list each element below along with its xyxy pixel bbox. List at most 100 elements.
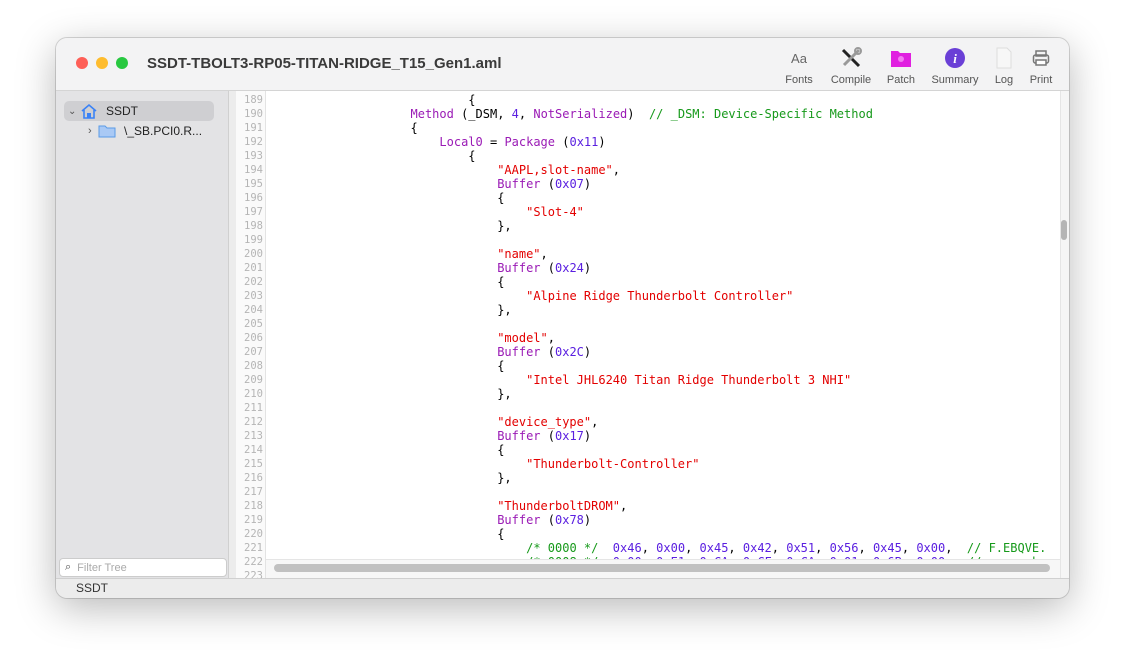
home-icon — [81, 103, 97, 119]
code-line: { — [266, 149, 475, 163]
folder-icon — [98, 125, 116, 138]
line-number: 209 — [244, 374, 263, 386]
log-icon — [990, 46, 1018, 70]
code-token: , — [771, 541, 787, 555]
code-token: }, — [266, 471, 512, 485]
code-token: "AAPL,slot-name" — [497, 163, 613, 177]
code-line: Buffer (0x78) — [266, 513, 591, 527]
line-number: 193 — [244, 150, 263, 162]
print-button[interactable]: Print — [1026, 46, 1056, 86]
code-token: 0x56 — [829, 541, 859, 555]
code-token: ( — [540, 345, 555, 359]
summary-button[interactable]: i Summary — [928, 46, 982, 86]
code-token: 0x45 — [699, 541, 729, 555]
print-icon — [1026, 46, 1056, 70]
code-token: "model" — [497, 331, 548, 345]
code-token: { — [266, 527, 505, 541]
line-number: 219 — [244, 514, 263, 526]
code-token: ( — [540, 177, 555, 191]
code-token: ) — [583, 429, 592, 443]
code-token: , — [858, 541, 873, 555]
code-token: 0x00 — [916, 541, 946, 555]
tree-item-ssdt[interactable]: ⌄ SSDT — [64, 101, 214, 121]
code-token: "Intel JHL6240 Titan Ridge Thunderbolt 3… — [526, 373, 852, 387]
code-token: 0x24 — [555, 261, 584, 275]
code-token: ( — [555, 135, 570, 149]
code-token: ) — [583, 261, 592, 275]
code-token: 0x42 — [742, 541, 772, 555]
code-line: }, — [266, 219, 512, 233]
tree-item-label: SSDT — [106, 104, 139, 118]
code-token: , — [612, 163, 621, 177]
code-token: 0x07 — [555, 177, 584, 191]
app-window: SSDT-TBOLT3-RP05-TITAN-RIDGE_T15_Gen1.am… — [56, 38, 1069, 598]
code-token: { — [266, 275, 505, 289]
code-token: }, — [266, 303, 512, 317]
code-token: // _DSM: Device-Specific Method — [648, 107, 873, 121]
fonts-button[interactable]: Aa Fonts — [782, 46, 816, 87]
line-number: 222 — [244, 556, 263, 568]
summary-icon: i — [928, 46, 982, 70]
vertical-scrollbar[interactable] — [1061, 220, 1067, 240]
filter-tree-input[interactable]: ⌕ Filter Tree — [59, 558, 227, 577]
line-number: 208 — [244, 360, 263, 372]
compile-button[interactable]: Compile — [826, 46, 876, 86]
chevron-down-icon[interactable]: ⌄ — [68, 106, 80, 117]
code-token: 0x45 — [872, 541, 902, 555]
code-token: { — [266, 121, 418, 135]
line-number: 207 — [244, 346, 263, 358]
split-view-divider[interactable] — [229, 91, 236, 578]
code-line: Method (_DSM, 4, NotSerialized) // _DSM:… — [266, 107, 873, 121]
code-token: 0x11 — [569, 135, 599, 149]
code-token: // F.EBQVE. — [966, 541, 1047, 555]
code-line: { — [266, 527, 504, 541]
code-token: ( — [540, 429, 555, 443]
log-button[interactable]: Log — [990, 46, 1018, 86]
code-token: = — [482, 135, 505, 149]
code-token: NotSerialized — [533, 107, 628, 121]
code-token: 0x51 — [786, 541, 816, 555]
code-token: Buffer — [497, 261, 541, 275]
code-line: Buffer (0x17) — [266, 429, 591, 443]
code-line: Buffer (0x2C) — [266, 345, 591, 359]
code-token: 0x2C — [555, 345, 584, 359]
code-editor[interactable]: 189 190 191 192 193 194 195 196 197 198 199 200 201 2… — [236, 91, 1060, 578]
search-icon: ⌕ — [65, 561, 72, 573]
code-line: { — [266, 121, 418, 135]
code-token: , — [728, 541, 743, 555]
line-number: 191 — [244, 122, 263, 134]
code-token: , — [620, 499, 628, 513]
code-token: 0x46 — [612, 541, 642, 555]
tree-item-sb-pci0[interactable]: › \_SB.PCI0.R... — [88, 121, 202, 141]
code-token: }, — [266, 219, 512, 233]
code-token: 0x78 — [555, 513, 584, 527]
chevron-right-icon[interactable]: › — [88, 125, 98, 137]
line-number: 218 — [244, 500, 263, 512]
filter-placeholder: Filter Tree — [77, 561, 127, 574]
line-number: 214 — [244, 444, 263, 456]
line-number: 216 — [244, 472, 263, 484]
minimize-button[interactable] — [96, 57, 108, 69]
code-token: , — [901, 541, 917, 555]
code-token: Package — [504, 135, 556, 149]
compile-icon — [826, 46, 876, 70]
patch-button[interactable]: Patch — [884, 46, 918, 86]
close-button[interactable] — [76, 57, 88, 69]
line-number: 189 — [244, 94, 263, 106]
code-token: ) — [583, 345, 592, 359]
horizontal-scrollbar[interactable] — [274, 564, 1050, 572]
patch-icon — [884, 46, 918, 70]
zoom-button[interactable] — [116, 57, 128, 69]
line-number: 211 — [244, 402, 263, 414]
code-token: { — [266, 191, 505, 205]
